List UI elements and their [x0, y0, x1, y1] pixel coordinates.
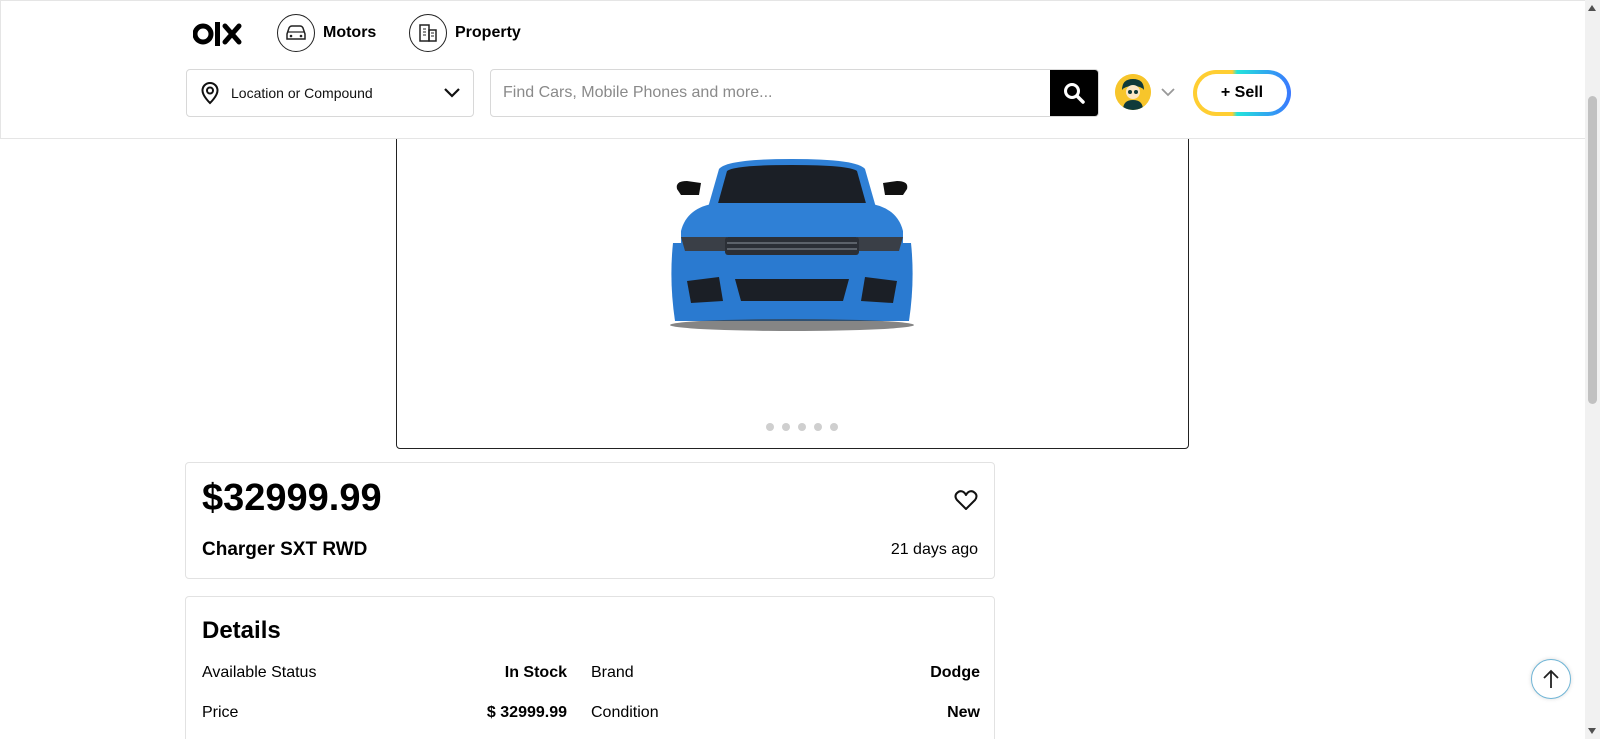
detail-item: Available Status In Stock — [202, 664, 591, 682]
listing-title: Charger SXT RWD — [202, 539, 368, 560]
back-to-top-button[interactable] — [1531, 659, 1571, 699]
detail-label: Condition — [591, 704, 659, 721]
search-icon — [1064, 83, 1085, 104]
site-header: Motors Property Location or Compound + S… — [0, 0, 1585, 139]
detail-label: Brand — [591, 664, 634, 681]
building-icon — [409, 14, 447, 52]
listing-price: $32999.99 — [202, 477, 382, 519]
detail-item: Condition New — [591, 704, 980, 722]
details-row: Price $ 32999.99 Condition New — [202, 704, 980, 722]
search-button[interactable] — [1050, 70, 1098, 116]
favorite-heart-icon[interactable] — [954, 489, 978, 511]
nav-motors[interactable]: Motors — [277, 14, 376, 52]
scroll-up-arrow-icon[interactable] — [1588, 5, 1596, 11]
location-label: Location or Compound — [231, 85, 373, 101]
detail-value: In Stock — [504, 664, 567, 681]
olx-logo[interactable] — [193, 19, 245, 49]
scroll-thumb[interactable] — [1588, 96, 1597, 404]
arrow-up-icon — [1543, 669, 1559, 688]
nav-property[interactable]: Property — [409, 14, 521, 52]
avatar — [1115, 74, 1151, 110]
listing-posted-time: 21 days ago — [890, 541, 978, 558]
sell-button[interactable]: + Sell — [1193, 70, 1291, 116]
gallery-dot[interactable] — [766, 423, 774, 431]
nav-motors-label: Motors — [323, 24, 377, 41]
profile-menu[interactable] — [1115, 74, 1175, 110]
details-heading: Details — [202, 617, 281, 644]
sell-button-label: + Sell — [1197, 74, 1287, 112]
gallery-dot[interactable] — [798, 423, 806, 431]
scroll-down-arrow-icon[interactable] — [1588, 728, 1596, 734]
detail-label: Price — [202, 704, 239, 721]
details-card: Details Available Status In Stock Brand … — [185, 596, 995, 739]
detail-value: Dodge — [930, 664, 980, 681]
detail-value: New — [947, 704, 980, 721]
detail-label: Available Status — [202, 664, 317, 681]
price-card: $32999.99 Charger SXT RWD 21 days ago — [185, 462, 995, 579]
chevron-down-icon — [444, 88, 460, 98]
location-pin-icon — [201, 81, 219, 105]
gallery-dot[interactable] — [830, 423, 838, 431]
page-scrollbar[interactable] — [1585, 0, 1600, 739]
details-row: Available Status In Stock Brand Dodge — [202, 664, 980, 682]
search-bar — [490, 69, 1099, 117]
gallery-dot[interactable] — [814, 423, 822, 431]
detail-item: Price $ 32999.99 — [202, 704, 591, 722]
car-icon — [277, 14, 315, 52]
gallery-pagination — [766, 423, 838, 431]
nav-property-label: Property — [455, 24, 521, 41]
search-input[interactable] — [491, 70, 1050, 116]
car-image — [670, 159, 914, 331]
gallery-dot[interactable] — [782, 423, 790, 431]
detail-item: Brand Dodge — [591, 664, 980, 682]
chevron-down-icon — [1161, 88, 1175, 97]
image-gallery[interactable] — [396, 110, 1189, 449]
detail-value: $ 32999.99 — [486, 704, 567, 721]
location-selector[interactable]: Location or Compound — [186, 69, 474, 117]
